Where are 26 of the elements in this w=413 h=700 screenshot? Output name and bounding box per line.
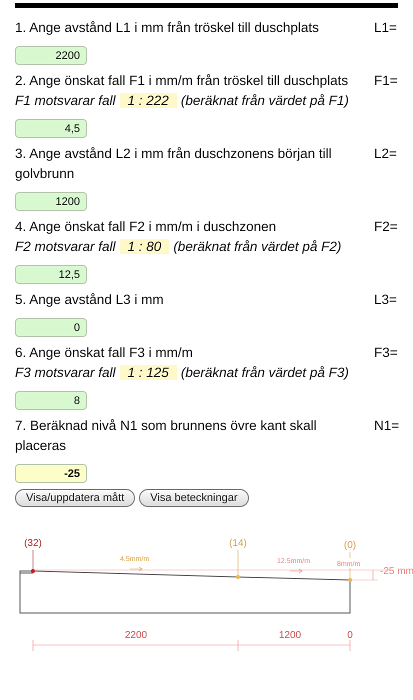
result-field[interactable]: -25 xyxy=(15,464,87,483)
ratio-note: F1 motsvarar fall 1 : 222 (beräknat från värdet på F1) xyxy=(15,92,350,110)
question-label: 5. Ange avstånd L3 i mm xyxy=(15,291,165,309)
ratio-note: F2 motsvarar fall 1 : 80 (beräknat från värdet på F2) xyxy=(15,238,342,256)
input-field[interactable]: 2200 xyxy=(15,46,87,65)
variable-label: F1= xyxy=(374,72,398,90)
question-label: 6. Ange önskat fall F3 i mm/m xyxy=(15,344,194,362)
input-field[interactable]: 0 xyxy=(15,318,87,337)
input-field[interactable]: 8 xyxy=(15,391,87,410)
variable-label: N1= xyxy=(374,417,398,435)
variable-label: F3= xyxy=(374,344,398,362)
question-label: 7. Beräknad nivå N1 som brunnens övre kant skall placeras xyxy=(15,417,318,455)
question-label: 3. Ange avstånd L2 i mm från duschzonens början till golvbrunn xyxy=(15,145,333,183)
variable-label: L3= xyxy=(374,291,398,309)
question-label: 2. Ange önskat fall F1 i mm/m från tröskel till duschplats xyxy=(15,72,350,90)
variable-label: L1= xyxy=(374,19,398,37)
question-label: 4. Ange önskat fall F2 i mm/m i duschzonen xyxy=(15,218,278,236)
variable-label: L2= xyxy=(374,145,398,163)
action-button[interactable]: Visa beteckningar xyxy=(139,489,248,507)
input-field[interactable]: 12,5 xyxy=(15,265,87,284)
action-button[interactable]: Visa/uppdatera mått xyxy=(15,489,136,507)
input-field[interactable]: 4,5 xyxy=(15,119,87,138)
input-field[interactable]: 1200 xyxy=(15,192,87,211)
question-label: 1. Ange avstånd L1 i mm från tröskel till duschplats xyxy=(15,19,320,37)
ratio-note: F3 motsvarar fall 1 : 125 (beräknat från värdet på F3) xyxy=(15,364,350,382)
variable-label: F2= xyxy=(374,218,398,236)
